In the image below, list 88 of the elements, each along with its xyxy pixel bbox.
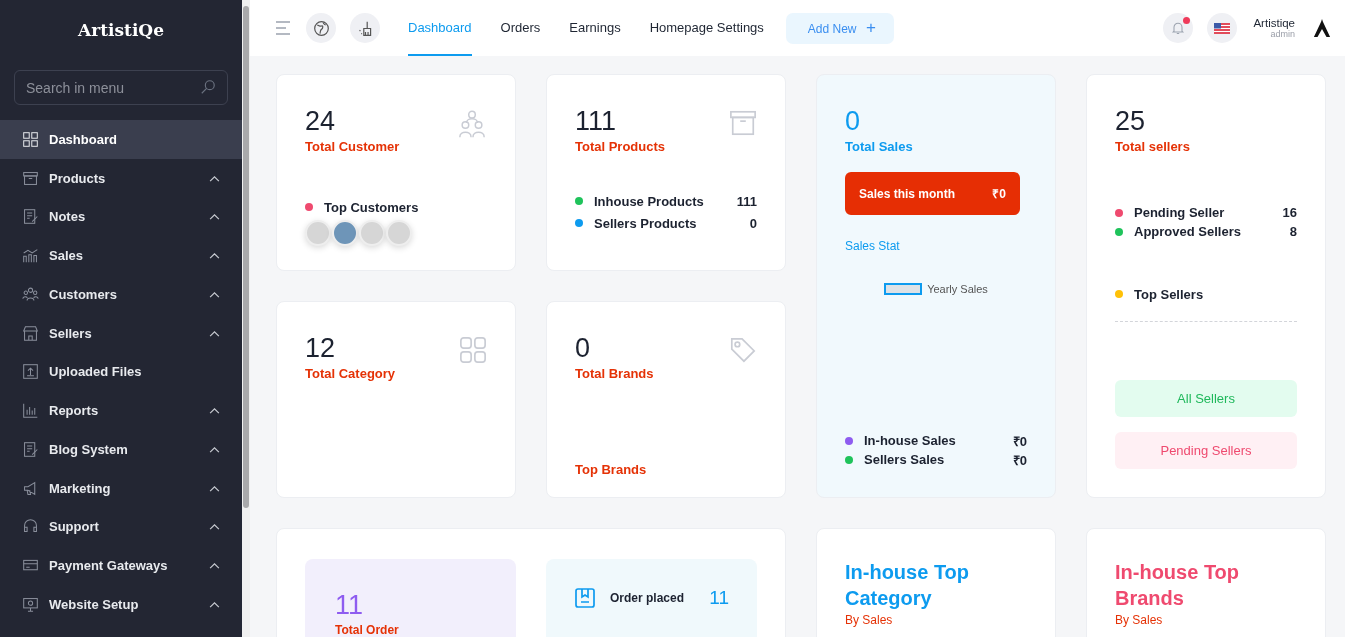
menu-icon[interactable] xyxy=(276,21,292,35)
stat-label: Total sellers xyxy=(1115,139,1191,154)
menu-icon xyxy=(22,440,39,458)
stat-value: 111 xyxy=(575,105,617,137)
sidebar-item[interactable]: Sellers xyxy=(0,313,242,353)
bell-icon xyxy=(1170,20,1187,36)
broom-icon xyxy=(356,19,374,37)
card-subtitle: By Sales xyxy=(1115,613,1164,627)
logo[interactable]: ArtistiQe xyxy=(78,0,164,50)
menu-icon xyxy=(22,208,39,226)
stat-label: Total Brands xyxy=(575,366,655,381)
box-icon xyxy=(729,109,757,137)
card-title: In-house Top Brands xyxy=(1115,560,1241,611)
menu-icon xyxy=(22,402,39,420)
stat-label: Total Category xyxy=(305,366,397,381)
menu-icon xyxy=(22,363,39,381)
sidebar-item[interactable]: Products xyxy=(0,158,242,198)
list-value: 0 xyxy=(749,215,757,231)
sidebar-item[interactable]: Customers xyxy=(0,275,242,314)
sidebar-item[interactable]: Notes xyxy=(0,197,242,237)
list-label: Approved Sellers xyxy=(1134,224,1242,239)
menu-icon xyxy=(22,595,39,613)
search-field[interactable]: Search in menu xyxy=(14,70,228,105)
users-icon xyxy=(457,109,487,139)
flag-icon xyxy=(1214,22,1231,34)
panel-label: Order placed xyxy=(610,591,685,605)
sidebar-item[interactable]: Sales xyxy=(0,236,242,275)
menu-icon xyxy=(22,130,39,148)
legend-swatch xyxy=(884,283,923,295)
list-label: Top Customers xyxy=(324,199,420,215)
user-avatar-icon[interactable] xyxy=(1313,18,1331,38)
notification-button[interactable] xyxy=(1163,13,1194,43)
list-label: In-house Sales xyxy=(864,433,957,448)
sidebar-item[interactable]: Reports xyxy=(0,391,242,430)
menu-icon xyxy=(22,247,39,265)
list-value: ₹0 xyxy=(1012,451,1027,469)
legend-label: Yearly Sales xyxy=(927,283,988,295)
list-value: 8 xyxy=(1289,224,1297,239)
sidebar-item[interactable]: Marketing xyxy=(0,468,242,508)
list-value: 16 xyxy=(1282,205,1297,220)
sidebar-item[interactable]: Uploaded Files xyxy=(0,352,242,392)
nav-tab[interactable]: Orders xyxy=(500,0,541,56)
stat-value: 12 xyxy=(305,332,336,364)
menu-icon xyxy=(22,324,39,342)
section-title: Top Brands xyxy=(575,462,648,477)
stat-label: Total Products xyxy=(575,139,667,154)
tag-icon xyxy=(729,336,757,364)
banner-label: Sales this month xyxy=(859,186,956,201)
globe-button[interactable] xyxy=(306,13,336,43)
globe-icon xyxy=(312,19,330,37)
nav-tab[interactable]: Earnings xyxy=(569,0,621,56)
section-title: Sales Stat xyxy=(845,239,901,253)
stat-label: Total Order xyxy=(335,623,400,637)
list-label: Pending Seller xyxy=(1134,205,1226,220)
list-label: Inhouse Products xyxy=(594,193,705,209)
bookmark-icon xyxy=(574,587,596,609)
menu-icon xyxy=(22,285,39,303)
list-value: ₹0 xyxy=(1012,432,1027,450)
card-title: In-house Top Category xyxy=(845,560,971,611)
list-label: Top Sellers xyxy=(1134,286,1205,302)
language-button[interactable] xyxy=(1207,13,1238,43)
clear-cache-button[interactable] xyxy=(350,13,380,43)
search-icon xyxy=(200,79,216,95)
scrollbar[interactable] xyxy=(242,0,250,637)
stat-value: 25 xyxy=(1115,105,1146,137)
stat-label: Total Customer xyxy=(305,139,401,154)
menu-icon xyxy=(22,169,39,187)
sidebar-item[interactable]: Support xyxy=(0,507,242,547)
stat-value: 0 xyxy=(845,105,861,137)
stat-value: 0 xyxy=(575,332,591,364)
card-subtitle: By Sales xyxy=(845,613,894,627)
stat-value: 11 xyxy=(335,589,365,621)
list-label: Sellers Sales xyxy=(864,452,946,467)
panel-value: 11 xyxy=(709,587,729,609)
user-role: admin xyxy=(1270,29,1295,39)
stat-label: Total Sales xyxy=(845,139,914,154)
stat-value: 24 xyxy=(305,105,336,137)
sidebar-item[interactable]: Blog System xyxy=(0,430,242,469)
grid-icon xyxy=(459,336,487,364)
banner-value: ₹0 xyxy=(992,186,1006,202)
photo-placeholder[interactable] xyxy=(332,220,358,246)
sidebar-item[interactable]: Dashboard xyxy=(0,120,242,159)
sidebar-item[interactable]: Payment Gateways xyxy=(0,546,242,585)
list-value: 111 xyxy=(736,193,757,209)
nav-tab[interactable]: Homepage Settings xyxy=(649,0,764,56)
sidebar-item[interactable]: Website Setup xyxy=(0,585,242,624)
list-label: Sellers Products xyxy=(594,215,698,231)
user-name: Artistiqe xyxy=(1253,17,1295,29)
